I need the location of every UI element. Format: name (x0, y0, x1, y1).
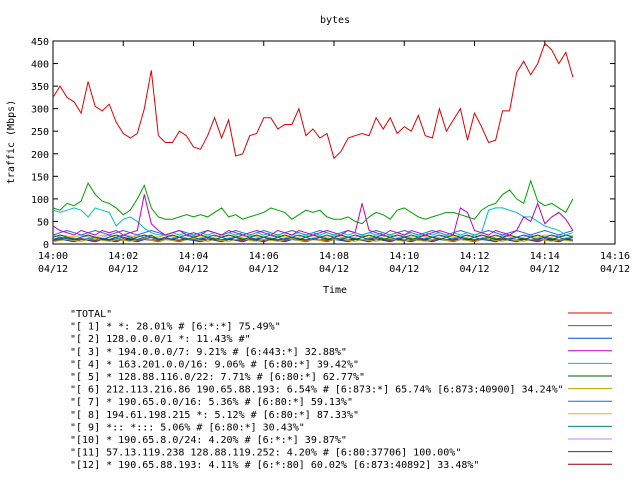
legend-entry-label: "[ 1] * *: 28.01% # [6:*:*] 75.49%" (70, 322, 281, 333)
x-tick-date-label: 04/12 (459, 264, 489, 275)
y-tick-label: 250 (31, 127, 49, 138)
x-tick-label: 14:06 (249, 251, 279, 262)
legend-entry-label: "[ 4] * 163.201.0.0/16: 9.06% # [6:80:*]… (70, 359, 359, 370)
x-axis-label: Time (323, 285, 347, 296)
x-tick-date-label: 04/12 (600, 264, 630, 275)
legend-entry-label: "[ 7] * 190.65.0.0/16: 5.36% # [6:80:*] … (70, 397, 353, 408)
x-tick-date-label: 04/12 (249, 264, 279, 275)
legend-entry-label: "[10] * 190.65.8.0/24: 4.20% # [6:*:*] 3… (70, 435, 347, 446)
x-tick-label: 14:02 (108, 251, 138, 262)
y-tick-label: 0 (43, 240, 49, 251)
x-tick-date-label: 04/12 (389, 264, 419, 275)
chart-title: bytes (320, 15, 350, 26)
legend-entry-label: "[ 3] * 194.0.0.0/7: 9.21% # [6:443:*] 3… (70, 347, 347, 358)
x-tick-date-label: 04/12 (38, 264, 68, 275)
y-tick-label: 300 (31, 105, 49, 116)
y-tick-label: 200 (31, 150, 49, 161)
traffic-chart: bytes traffic (Mbps) Time 0 50 100 150 200 25… (6, 15, 630, 471)
y-tick-label: 350 (31, 82, 49, 93)
series-lines (52, 42, 574, 243)
x-tick-label: 14:08 (319, 251, 349, 262)
x-tick-label: 14:12 (459, 251, 489, 262)
x-tick-label: 14:16 (600, 251, 630, 262)
legend-entry-label: "[ 2] 128.0.0.0/1 *: 11.43% #" (70, 334, 251, 345)
y-axis-label: traffic (Mbps) (6, 100, 17, 184)
legend-entry-label: "[ 6] 212.113.216.86 190.65.88.193: 6.54… (70, 385, 564, 396)
y-tick-label: 150 (31, 172, 49, 183)
y-tick-label: 100 (31, 195, 49, 206)
legend-entry-label: "[ 5] * 128.88.116.0/22: 7.71% # [6:80:*… (70, 372, 365, 383)
legend-entry-label: "TOTAL" (70, 309, 112, 320)
legend-entry-label: "[ 8] 194.61.198.215 *: 5.12% # [6:80:*]… (70, 410, 359, 421)
x-tick-label: 14:10 (389, 251, 419, 262)
x-tick-date-label: 04/12 (108, 264, 138, 275)
y-tick-label: 400 (31, 60, 49, 71)
y-tick-label: 50 (37, 217, 49, 228)
series-line (52, 194, 574, 236)
x-tick-label: 14:04 (178, 251, 208, 262)
legend: "TOTAL" "[ 1] * *: 28.01% # [6:*:*] 75.49… (70, 309, 612, 471)
x-tick-date-label: 04/12 (530, 264, 560, 275)
chart-container: bytes traffic (Mbps) Time 0 50 100 150 200 25… (0, 0, 640, 480)
legend-entry-label: "[ 9] *:: *::: 5.06% # [6:80:*] 30.43%" (70, 422, 305, 433)
x-tick-date-label: 04/12 (178, 264, 208, 275)
y-tick-label: 450 (31, 37, 49, 48)
x-tick-date-label: 04/12 (319, 264, 349, 275)
x-tick-label: 14:00 (38, 251, 68, 262)
legend-entry-label: "[11] 57.13.119.238 128.88.119.252: 4.20… (70, 448, 461, 459)
plot-frame (52, 40, 616, 245)
legend-entry-label: "[12] * 190.65.88.193: 4.11% # [6:*:80] … (70, 460, 479, 471)
x-tick-label: 14:14 (530, 251, 560, 262)
series-line (52, 42, 574, 160)
